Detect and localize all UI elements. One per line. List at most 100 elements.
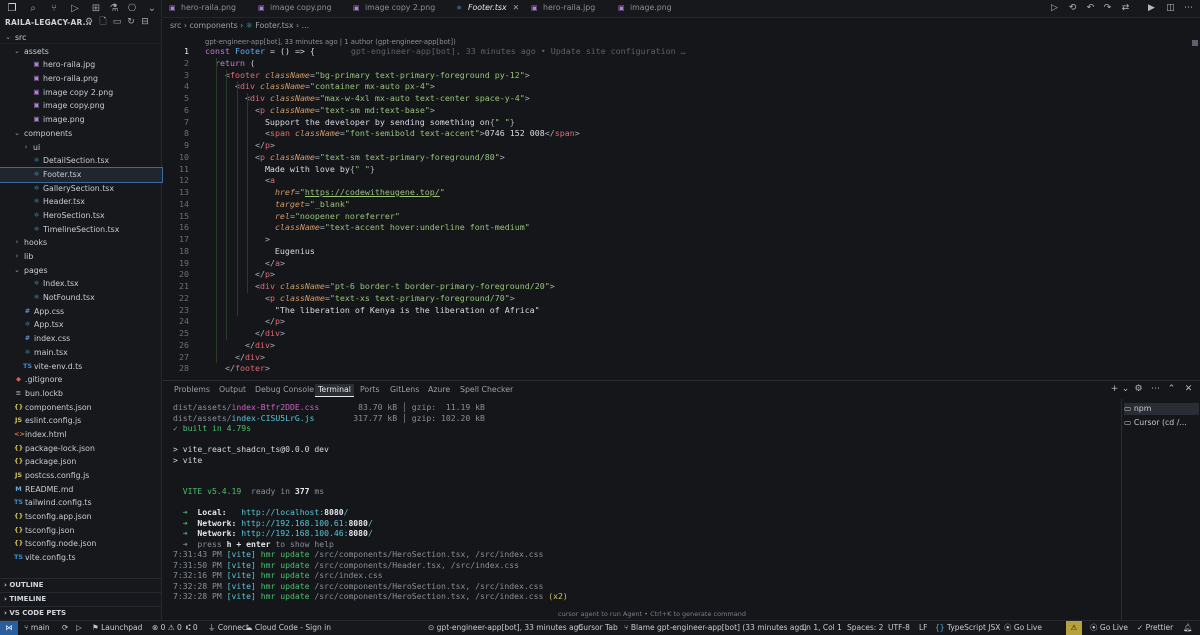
tree-item[interactable]: {}tsconfig.json [0, 524, 162, 538]
source-control-icon[interactable]: ⑂ [48, 3, 60, 15]
tree-item[interactable]: ⚛DetailSection.tsx [0, 154, 162, 168]
code-editor[interactable]: 1const Footer = () => {gpt-engineer-app[… [163, 46, 1193, 380]
chevron-down-icon[interactable]: ⌄ [146, 3, 158, 15]
panel-tab-spell-checker[interactable]: Spell Checker [460, 384, 513, 397]
refresh-icon[interactable]: ↻ [126, 17, 136, 28]
tree-item[interactable]: TSvite-env.d.ts [0, 360, 162, 374]
panel-tab-azure[interactable]: Azure [428, 384, 450, 397]
launchpad-status[interactable]: ⚑ Launchpad [92, 621, 142, 635]
open-preview-icon[interactable]: ▶ [1146, 3, 1157, 14]
breadcrumb-symbol[interactable]: ... [302, 21, 309, 30]
files-icon[interactable]: ❐ [6, 3, 18, 15]
code-line[interactable]: 25 </div> [163, 328, 1163, 340]
blame-status[interactable]: ⊙ gpt-engineer-app[bot], 33 minutes ago [428, 621, 583, 635]
tree-item[interactable]: ⚛GallerySection.tsx [0, 182, 162, 196]
panel-tab-terminal[interactable]: Terminal [315, 384, 354, 397]
prettier-status[interactable]: ✓ Prettier [1137, 621, 1173, 635]
testing-icon[interactable]: ⚗ [108, 3, 120, 15]
code-line[interactable]: 2 return ( [163, 58, 1163, 70]
eol-status[interactable]: LF [919, 621, 928, 635]
code-line[interactable]: 7 Support the developer by sending somet… [163, 117, 1163, 129]
tree-item[interactable]: TStailwind.config.ts [0, 496, 162, 510]
tree-item[interactable]: {}components.json [0, 401, 162, 415]
tree-item[interactable]: ▣hero-raila.jpg [0, 58, 162, 72]
breadcrumb-components[interactable]: components [189, 21, 237, 30]
tab-image-copy-png[interactable]: ▣image copy.png [258, 0, 332, 18]
chevron-up-icon[interactable]: ⌃ [1166, 384, 1177, 395]
tree-item[interactable]: ≡bun.lockb [0, 387, 162, 401]
code-line[interactable]: 15 rel="noopener noreferrer" [163, 211, 1163, 223]
tree-item[interactable]: #index.css [0, 332, 162, 346]
connect-status[interactable]: ⏚ Connect [208, 621, 249, 635]
terminal-item-npm[interactable]: ▭ npm [1124, 403, 1199, 415]
indentation-status[interactable]: Spaces: 2 [847, 621, 883, 635]
remote-indicator[interactable]: ⋈ [0, 621, 18, 635]
tab-image-png[interactable]: ▣image.png [618, 0, 672, 18]
tree-item[interactable]: ⌄components [0, 127, 162, 141]
bell-icon[interactable]: 🔔︎ [1183, 621, 1193, 635]
code-line[interactable]: 4 <div className="container mx-auto px-4… [163, 81, 1163, 93]
blame-codelens[interactable]: gpt-engineer-app[bot], 33 minutes ago | … [205, 38, 456, 46]
split-editor-icon[interactable]: ◫ [1165, 3, 1176, 14]
compare-icon[interactable]: ⇄ [1120, 3, 1131, 14]
tree-item[interactable]: ›lib [0, 250, 162, 264]
tree-item[interactable]: ›hooks [0, 236, 162, 250]
panel-tab-output[interactable]: Output [219, 384, 246, 397]
close-icon[interactable]: ✕ [1183, 384, 1194, 395]
panel-tab-ports[interactable]: Ports [360, 384, 380, 397]
code-line[interactable]: 18 Eugenius [163, 246, 1163, 258]
tree-item[interactable]: <>index.html [0, 428, 162, 442]
code-line[interactable]: 8 <span className="font-semibold text-ac… [163, 128, 1163, 140]
more-icon[interactable]: ⋯ [1150, 384, 1161, 395]
tree-item[interactable]: ▣hero-raila.png [0, 72, 162, 86]
collapse-all-icon[interactable]: ⊟ [140, 17, 150, 28]
code-line[interactable]: 17 > [163, 234, 1163, 246]
problems-status[interactable]: ⊗ 0 ⚠ 0 [152, 621, 182, 635]
code-line[interactable]: 26 </div> [163, 340, 1163, 352]
panel-tab-debug-console[interactable]: Debug Console [255, 384, 314, 397]
code-line[interactable]: 23 "The liberation of Kenya is the liber… [163, 305, 1163, 317]
code-line[interactable]: 1const Footer = () => {gpt-engineer-app[… [163, 46, 1163, 58]
code-line[interactable]: 10 <p className="text-sm text-primary-fo… [163, 152, 1163, 164]
tree-item[interactable]: MREADME.md [0, 483, 162, 497]
tab-hero-raila-jpg[interactable]: ▣hero-raila.jpg [531, 0, 595, 18]
tree-item[interactable]: ›ui [0, 141, 162, 155]
tree-item[interactable]: ⚛main.tsx [0, 346, 162, 360]
terminal-output[interactable]: dist/assets/index-Btfr2DDE.css 83.70 kB … [163, 399, 1118, 621]
tree-item[interactable]: TSvite.config.ts [0, 551, 162, 565]
code-line[interactable]: 27 </div> [163, 352, 1163, 364]
code-line[interactable]: 5 <div className="max-w-4xl mx-auto text… [163, 93, 1163, 105]
code-line[interactable]: 9 </p> [163, 140, 1163, 152]
tree-item[interactable]: ▣image copy 2.png [0, 86, 162, 100]
tree-item[interactable]: ⚛HeroSection.tsx [0, 209, 162, 223]
code-line[interactable]: 22 <p className="text-xs text-primary-fo… [163, 293, 1163, 305]
tree-item[interactable]: ⚛TimelineSection.tsx [0, 223, 162, 237]
code-line[interactable]: 12 <a [163, 175, 1163, 187]
language-status[interactable]: {} TypeScript JSX [935, 621, 1000, 635]
tab-footer-tsx[interactable]: ⚛Footer.tsx✕ [456, 0, 519, 18]
tree-item[interactable]: ◆.gitignore [0, 373, 162, 387]
encoding-status[interactable]: UTF-8 [888, 621, 910, 635]
outline-section[interactable]: › OUTLINE [0, 578, 161, 591]
code-line[interactable]: 21 <div className="pt-6 border-t border-… [163, 281, 1163, 293]
tree-item[interactable]: #App.css [0, 305, 162, 319]
remote-explorer-icon[interactable]: ⎔ [126, 3, 138, 15]
tree-item[interactable]: ⌄src [0, 31, 162, 45]
explorer-title[interactable]: RAILA-LEGACY-AR... [5, 18, 92, 27]
run-icon[interactable]: ▷ [76, 621, 82, 635]
more-icon[interactable]: ⋯ [1183, 3, 1194, 14]
ports-status[interactable]: ⑆ 0 [186, 621, 198, 635]
cursor-tab-status[interactable]: Cursor Tab [578, 621, 618, 635]
cloud-code-status[interactable]: ☁ Cloud Code - Sign in [245, 621, 331, 635]
tree-item[interactable]: ⚛Header.tsx [0, 195, 162, 209]
gear-icon[interactable]: ⚙ [1133, 384, 1144, 395]
forward-icon[interactable]: ↷ [1102, 3, 1113, 14]
code-line[interactable]: 3 <footer className="bg-primary text-pri… [163, 70, 1163, 82]
tab-image-copy-2-png[interactable]: ▣image copy 2.png [353, 0, 435, 18]
close-icon[interactable]: ✕ [513, 3, 520, 12]
tab-hero-raila-png[interactable]: ▣hero-raila.png [169, 0, 236, 18]
history-icon[interactable]: ⟲ [1067, 3, 1078, 14]
chevron-down-icon[interactable]: ⌄ [1120, 384, 1131, 395]
code-line[interactable]: 16 className="text-accent hover:underlin… [163, 222, 1163, 234]
tree-item[interactable]: ⚛Index.tsx [0, 277, 162, 291]
